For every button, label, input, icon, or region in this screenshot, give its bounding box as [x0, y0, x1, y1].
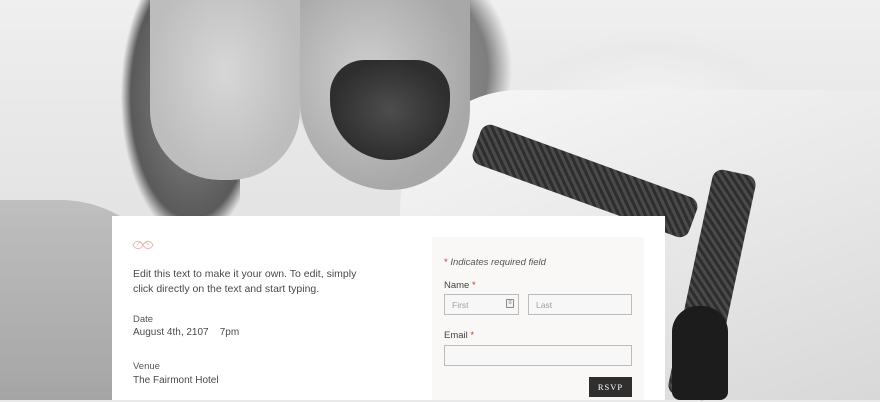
intro-text: Edit this text to make it your own. To e… [133, 268, 357, 295]
autofill-card-icon[interactable]: ≡ [506, 299, 514, 308]
photo-suspender-clip [672, 306, 728, 400]
first-name-wrapper: ≡ [444, 294, 519, 315]
date-value: August 4th, 2107 7pm [133, 327, 240, 338]
required-note: * Indicates required field [444, 257, 546, 268]
rsvp-form: * Indicates required field Name * ≡ Emai… [432, 237, 644, 400]
required-note-text: Indicates required field [450, 257, 546, 268]
email-label: Email * [444, 330, 474, 341]
rsvp-submit-button[interactable]: RSVP [589, 377, 632, 397]
email-label-text: Email [444, 330, 468, 341]
required-star: * [471, 280, 476, 291]
photo-woman-face [150, 0, 300, 180]
name-label-text: Name [444, 280, 470, 291]
required-star: * [470, 330, 475, 341]
email-input[interactable] [444, 345, 632, 366]
event-card: Edit this text to make it your own. To e… [112, 216, 665, 400]
ornament-icon [132, 240, 154, 250]
name-label: Name * [444, 280, 476, 291]
date-label: Date [133, 314, 154, 325]
required-star: * [444, 257, 448, 268]
venue-value: The Fairmont Hotel [133, 375, 219, 386]
venue-label: Venue [133, 361, 160, 372]
last-name-input[interactable] [528, 294, 632, 315]
